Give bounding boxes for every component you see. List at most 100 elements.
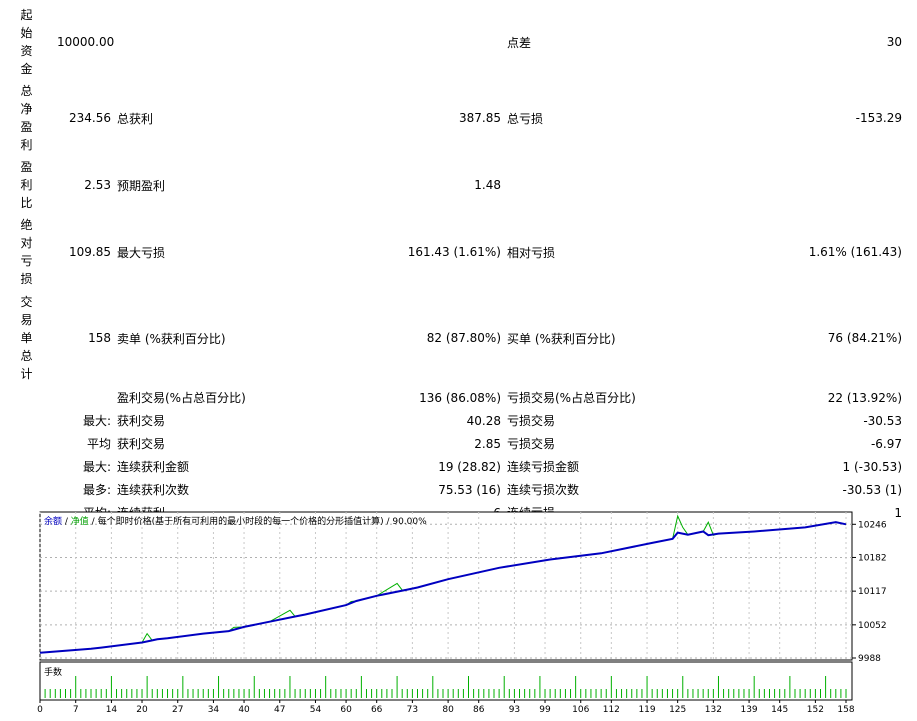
row-drawdown: 绝对亏损 109.85 最大亏损 161.43 (1.61%) 相对亏损 1.6… [0,214,906,290]
row-profit-trades: 盈利交易(%占总百分比) 136 (86.08%) 亏损交易(%占总百分比) 2… [0,386,906,409]
max-consecutive-wins-value: 19 (28.82) [438,459,501,474]
loss-trades-value: 22 (13.92%) [827,390,902,405]
max-consecutive-amount-wins-value: 75.53 (16) [438,482,501,497]
x-tick-label: 47 [274,705,285,715]
average-loss-label: 亏损交易 [507,437,556,451]
maximal-drawdown-value: 161.43 (1.61%) [407,245,501,259]
row-initial-deposit: 起始资金 10000.00 点差 30 [0,4,906,80]
relative-drawdown-value: 1.61% (161.43) [808,245,902,259]
max-consecutive-losses-value: 1 (-30.53) [842,459,903,474]
main-plot-frame [39,511,853,661]
x-axis: 0 7 14 20 27 34 40 47 54 60 66 73 80 86 93 99 106 112 119 1… [37,700,855,715]
total-trades-value: 158 [88,331,111,345]
expected-payoff-value: 1.48 [474,178,501,192]
y-tick-label: 10246 [858,520,887,530]
short-positions-label: 卖单 (%获利百分比) [117,331,226,346]
gross-profit-label: 总获利 [117,111,154,126]
legend-balance: 余额 [44,515,62,527]
profit-factor-label: 盈利比 [20,160,33,210]
gross-loss-label: 总亏损 [507,111,544,126]
row-profit-factor: 盈利比 2.53 预期盈利 1.48 [0,156,906,214]
row-average: 平均 获利交易 2.85 亏损交易 -6.97 [0,432,906,455]
x-tick-label: 119 [638,705,655,715]
spread-value: 30 [886,35,902,49]
largest-prefix: 最大: [82,414,111,428]
x-tick-label: 106 [572,705,589,715]
y-tick-label: 10182 [858,553,887,563]
max-consecutive-losses-label: 连续亏损金额 [507,460,580,474]
legend-sep-1: / [62,517,71,527]
profit-trades-value: 136 (86.08%) [419,390,501,405]
row-largest: 最大: 获利交易 40.28 亏损交易 -30.53 [0,409,906,432]
x-tick-label: 66 [371,705,383,715]
largest-profit-value: 40.28 [466,413,501,428]
y-tick-label: 10117 [858,587,887,597]
maximal-drawdown-label: 最大亏损 [117,245,166,260]
chart-legend: 余额 / 净值 / 每个即时价格(基于所有可利用的最小时段的每一个价格的分形插值… [44,515,427,527]
absolute-drawdown-label: 绝对亏损 [20,218,33,286]
row-max-consecutive-amount: 最多: 连续获利次数 75.53 (16) 连续亏损次数 -30.53 (1) [0,478,906,501]
initial-deposit-value: 10000.00 [57,35,115,49]
volume-plot-frame [39,661,853,701]
x-tick-label: 27 [172,705,183,715]
profit-trades-label: 盈利交易(%占总百分比) [117,391,246,405]
average-loss-value: -6.97 [870,436,902,451]
y-tick-label: 9988 [858,654,881,664]
short-positions-value: 82 (87.80%) [426,331,501,345]
x-tick-label: 40 [238,705,250,715]
x-tick-label: 86 [473,705,485,715]
row-net-profit: 总净盈利 234.56 总获利 387.85 总亏损 -153.29 [0,80,906,156]
x-tick-label: 7 [73,705,79,715]
x-tick-label: 145 [771,705,788,715]
average-profit-label: 获利交易 [117,437,166,451]
y-tick-label: 10052 [858,621,887,631]
x-tick-label: 158 [837,705,854,715]
long-positions-value: 76 (84.21%) [827,331,902,345]
x-tick-label: 125 [669,705,686,715]
max-consecutive-amount-losses-label: 连续亏损次数 [507,483,580,497]
largest-loss-label: 亏损交易 [507,414,556,428]
x-tick-label: 99 [539,705,551,715]
gross-loss-value: -153.29 [855,111,902,125]
legend-sep-2: / [89,517,98,527]
x-tick-label: 73 [407,705,418,715]
x-tick-label: 132 [705,705,722,715]
net-profit-label: 总净盈利 [20,84,33,152]
max-consecutive-amount-wins-label: 连续获利次数 [117,483,190,497]
expected-payoff-label: 预期盈利 [117,178,166,193]
x-tick-label: 152 [807,705,824,715]
x-tick-label: 20 [136,705,148,715]
profit-factor-value: 2.53 [84,178,111,192]
gross-profit-value: 387.85 [459,111,501,125]
net-profit-value: 234.56 [69,111,111,125]
relative-drawdown-label: 相对亏损 [507,245,556,260]
spread-label: 点差 [507,35,532,50]
average-prefix: 平均 [86,437,111,451]
max-consecutive-amount-losses-value: -30.53 (1) [842,482,903,497]
initial-deposit-label: 起始资金 [20,8,33,76]
equity-chart-svg: 余额 / 净值 / 每个即时价格(基于所有可利用的最小时段的每一个价格的分形插值… [37,511,887,715]
absolute-drawdown-value: 109.85 [69,245,111,259]
x-tick-label: 112 [603,705,620,715]
x-tick-label: 80 [442,705,454,715]
legend-equity: 净值 [71,515,89,527]
largest-profit-label: 获利交易 [117,414,166,428]
largest-loss-value: -30.53 [863,413,902,428]
x-tick-label: 60 [340,705,352,715]
equity-chart: 余额 / 净值 / 每个即时价格(基于所有可利用的最小时段的每一个价格的分形插值… [0,508,917,718]
legend-rest: 每个即时价格(基于所有可利用的最小时段的每一个价格的分形插值计算) / 90.0… [98,515,428,527]
volume-label: 手数 [44,666,62,678]
row-max-consecutive: 最大: 连续获利金额 19 (28.82) 连续亏损金额 1 (-30.53) [0,455,906,478]
total-trades-label: 交易单总计 [20,295,33,381]
x-tick-label: 34 [208,705,220,715]
x-tick-label: 14 [106,705,118,715]
max-consecutive-amount-prefix: 最多: [82,483,111,497]
average-profit-value: 2.85 [474,436,501,451]
max-consecutive-prefix: 最大: [82,460,111,474]
long-positions-label: 买单 (%获利百分比) [507,331,616,346]
y-axis: 10246 10182 10117 10052 9988 [852,520,887,664]
x-tick-label: 139 [740,705,757,715]
report-table: 起始资金 10000.00 点差 30 总净盈利 234.56 总获利 387.… [0,4,906,524]
x-tick-label: 0 [37,705,43,715]
x-tick-label: 54 [310,705,322,715]
